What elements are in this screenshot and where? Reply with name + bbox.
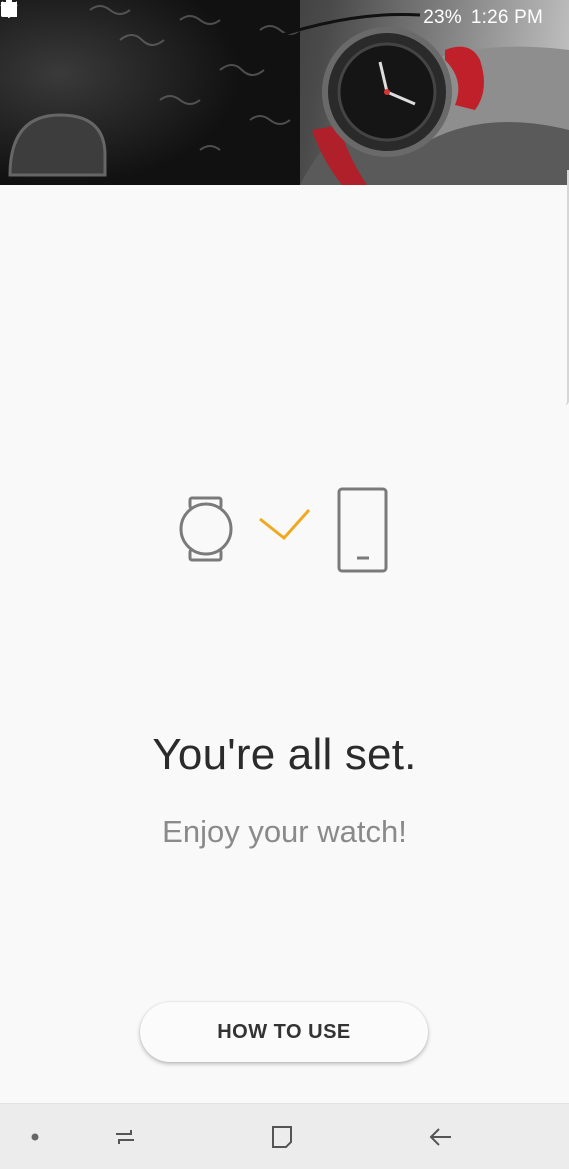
status-bar: 23% 1:26 PM <box>0 0 569 36</box>
status-time: 1:26 PM <box>470 7 543 28</box>
page-title: You're all set. <box>152 730 417 779</box>
phone-icon <box>337 487 388 573</box>
screen: 23% 1:26 PM You're all set. Enjoy your w… <box>0 0 569 1169</box>
recents-icon <box>116 1130 134 1144</box>
paired-illustration <box>179 487 388 573</box>
back-icon <box>429 1128 451 1146</box>
recents-button[interactable] <box>100 1104 150 1169</box>
back-button[interactable] <box>415 1104 465 1169</box>
battery-icon <box>1 3 8 15</box>
scroll-indicator <box>565 170 569 405</box>
navigation-bar <box>0 1103 569 1169</box>
page-subtitle: Enjoy your watch! <box>162 814 407 849</box>
dot-icon <box>31 1133 39 1141</box>
home-icon <box>272 1126 292 1148</box>
battery-percentage: 23% <box>423 7 462 28</box>
how-to-use-button[interactable]: HOW TO USE <box>140 1002 428 1062</box>
watch-icon <box>179 496 233 562</box>
nav-dot[interactable] <box>20 1104 50 1169</box>
home-button[interactable] <box>257 1104 307 1169</box>
checkmark-icon <box>259 509 311 541</box>
hero-image: 23% 1:26 PM <box>0 0 569 185</box>
